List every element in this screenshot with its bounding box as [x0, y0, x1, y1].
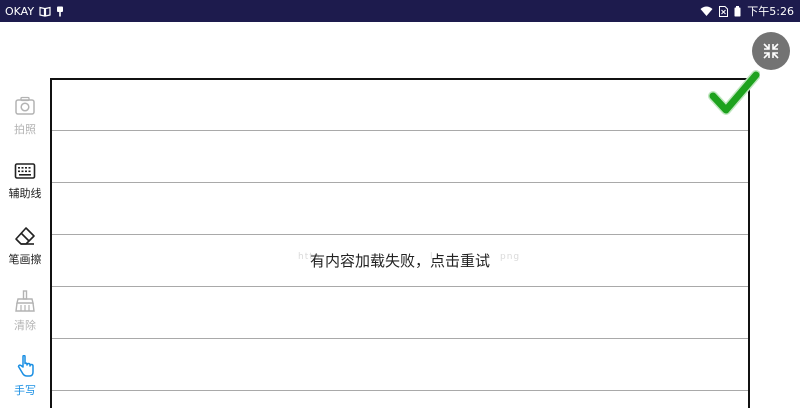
hand-pointer-icon: [17, 355, 34, 377]
guide-line: [52, 390, 748, 391]
tool-clear[interactable]: 清除: [0, 290, 50, 340]
tool-label: 拍照: [14, 123, 36, 136]
guide-line: [52, 338, 748, 339]
tool-handwriting[interactable]: 手写: [0, 355, 50, 405]
tool-label: 清除: [14, 319, 36, 332]
tool-label: 辅助线: [8, 187, 42, 200]
eraser-icon: [15, 227, 35, 245]
battery-icon: [734, 5, 741, 17]
tool-label: 手写: [14, 384, 36, 397]
status-right: 下午5:26: [700, 3, 794, 19]
book-icon: [39, 6, 51, 17]
status-time: 下午5:26: [747, 5, 794, 18]
guide-line: [52, 130, 748, 131]
side-toolbar: 拍照 辅助线 笔画擦 清除 手写: [0, 90, 50, 400]
guide-line: [52, 286, 748, 287]
status-left: OKAY: [5, 5, 64, 18]
tool-guide-lines[interactable]: 辅助线: [0, 162, 50, 212]
keyboard-icon: [14, 163, 36, 179]
status-bar: OKAY 下午5:26: [0, 0, 800, 22]
checkmark-icon: [708, 70, 761, 115]
tool-label: 笔画擦: [8, 253, 42, 266]
guide-line: [52, 234, 748, 235]
pin-icon: [56, 6, 64, 17]
writing-canvas[interactable]: http l png 有内容加载失败，点击重试: [50, 78, 750, 408]
load-error-retry[interactable]: 有内容加载失败，点击重试: [52, 250, 748, 271]
broom-icon: [15, 290, 35, 312]
collapse-button[interactable]: [752, 32, 790, 70]
confirm-button[interactable]: [708, 70, 761, 122]
app-name: OKAY: [5, 4, 35, 18]
wifi-icon: [700, 6, 713, 16]
collapse-arrows-icon: [763, 43, 779, 59]
no-sim-icon: [719, 5, 729, 17]
tool-camera[interactable]: 拍照: [0, 96, 50, 146]
tool-stroke-eraser[interactable]: 笔画擦: [0, 226, 50, 276]
camera-icon: [15, 96, 35, 115]
guide-line: [52, 182, 748, 183]
